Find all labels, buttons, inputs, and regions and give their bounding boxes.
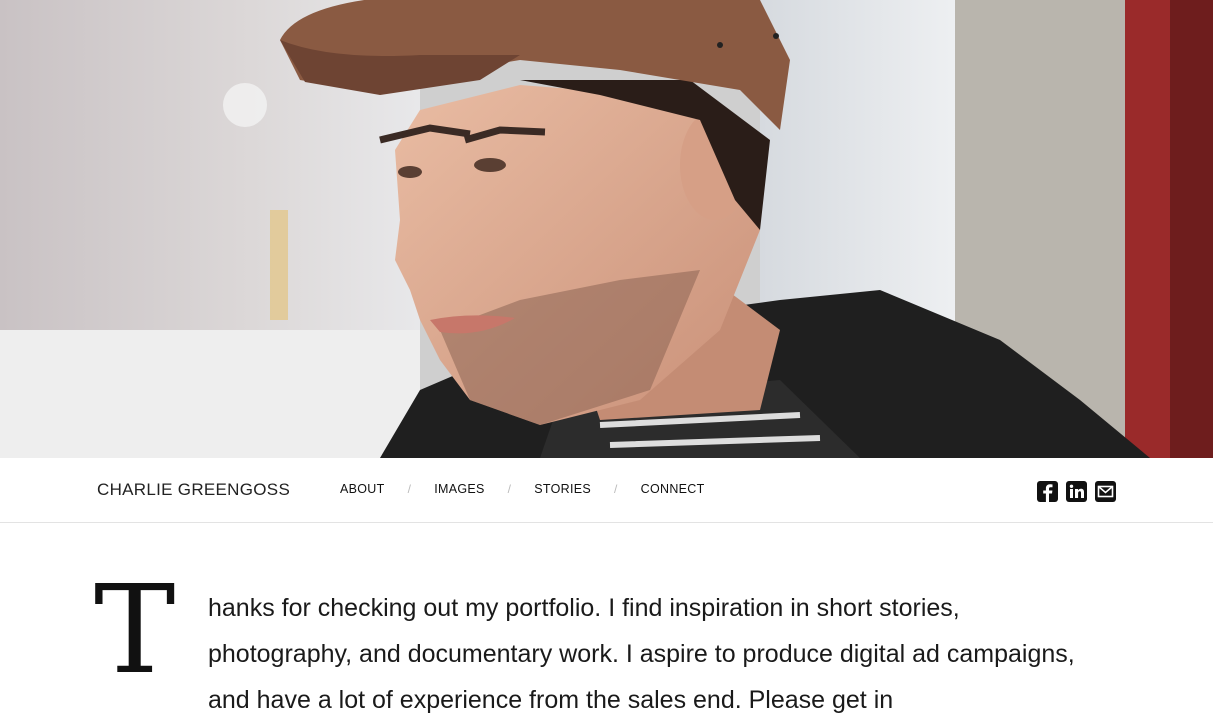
nav-separator: / <box>407 482 412 496</box>
email-icon[interactable] <box>1095 481 1116 502</box>
nav-about-link[interactable]: ABOUT <box>340 482 385 496</box>
nav-separator: / <box>614 482 618 496</box>
drop-cap: T <box>94 559 176 701</box>
site-name-link[interactable]: CHARLIE GREENGOSS <box>97 480 290 500</box>
nav-images-link[interactable]: IMAGES <box>434 482 484 496</box>
nav-connect-link[interactable]: CONNECT <box>641 482 705 496</box>
nav-separator: / <box>507 482 512 496</box>
portrait-illustration <box>0 0 1213 458</box>
main-nav: ABOUT / IMAGES / STORIES / CONNECT <box>340 482 705 496</box>
nav-stories-link[interactable]: STORIES <box>534 482 591 496</box>
intro-paragraph: hanks for checking out my portfolio. I f… <box>208 594 1075 714</box>
social-links <box>1037 481 1116 502</box>
top-nav-bar: CHARLIE GREENGOSS ABOUT / IMAGES / STORI… <box>0 458 1213 523</box>
hero-photo <box>0 0 1213 458</box>
facebook-icon[interactable] <box>1037 481 1058 502</box>
linkedin-icon[interactable] <box>1066 481 1087 502</box>
intro-section: T hanks for checking out my portfolio. I… <box>0 523 1213 726</box>
